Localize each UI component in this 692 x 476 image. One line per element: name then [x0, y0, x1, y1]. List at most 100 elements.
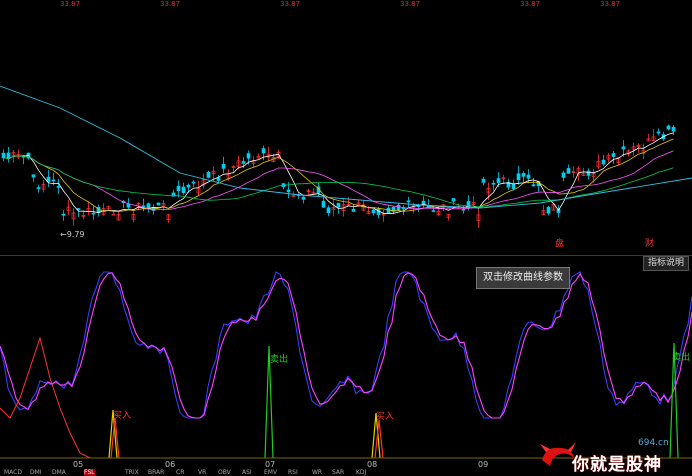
- ma-line: [0, 85, 692, 209]
- candle: [186, 184, 191, 188]
- low-price-label: ←9.79: [60, 230, 85, 239]
- tab[interactable]: SAR: [332, 469, 344, 476]
- x-tick: 09: [478, 460, 489, 469]
- tab[interactable]: RSI: [288, 469, 298, 476]
- candle: [156, 202, 161, 206]
- buy-label: 买入: [113, 411, 132, 421]
- candle: [91, 212, 96, 215]
- x-tick: 05: [73, 460, 84, 469]
- price-chart[interactable]: [0, 8, 692, 256]
- buy-label: 买入: [376, 412, 395, 422]
- candle: [421, 200, 426, 205]
- candle: [286, 189, 291, 193]
- tab-active[interactable]: FSL: [84, 469, 95, 476]
- candle: [451, 198, 456, 202]
- candle: [566, 168, 571, 174]
- candle: [431, 210, 436, 212]
- candle: [56, 186, 61, 188]
- ma-line: [3, 155, 674, 208]
- sell-label: 卖出: [270, 355, 289, 365]
- ma-line: [3, 138, 674, 212]
- candle: [586, 170, 591, 176]
- ma-line: [3, 132, 674, 215]
- candle: [191, 181, 196, 184]
- candle: [31, 174, 36, 178]
- panel-divider: [0, 255, 692, 256]
- candle: [621, 146, 626, 150]
- candle: [611, 153, 616, 157]
- x-tick: 07: [265, 460, 276, 469]
- top-label: 33.87: [400, 0, 421, 8]
- candle: [216, 177, 221, 181]
- tab[interactable]: WR: [312, 469, 322, 476]
- candle: [336, 202, 341, 208]
- sell-label: 卖出: [672, 353, 691, 363]
- tab[interactable]: DMA: [52, 469, 66, 476]
- tooltip: 双击修改曲线参数: [476, 267, 570, 289]
- tab[interactable]: VR: [198, 469, 206, 476]
- top-label: 33.87: [60, 0, 81, 8]
- tab[interactable]: KDJ: [356, 469, 366, 476]
- candle: [516, 173, 521, 181]
- top-label: 33.87: [600, 0, 621, 8]
- candle: [386, 207, 391, 214]
- candle: [656, 131, 661, 134]
- d-line: [0, 272, 692, 419]
- candle: [351, 208, 356, 212]
- candle: [246, 153, 251, 159]
- candle: [481, 178, 486, 183]
- candle: [221, 163, 226, 169]
- candle: [326, 207, 331, 214]
- candle: [261, 148, 266, 154]
- candle: [371, 209, 376, 214]
- candle: [36, 187, 41, 189]
- ma-line: [3, 150, 674, 211]
- candle: [491, 182, 496, 185]
- tab[interactable]: DMI: [30, 469, 42, 476]
- tab[interactable]: ASI: [242, 469, 252, 476]
- event-badge[interactable]: 盘: [555, 236, 564, 249]
- candle: [301, 196, 306, 200]
- tab[interactable]: EMV: [264, 469, 277, 476]
- indicator-help-button[interactable]: 指标说明: [643, 256, 689, 271]
- top-label: 33.87: [520, 0, 541, 8]
- candle: [1, 152, 6, 159]
- k-line: [0, 271, 692, 419]
- candle: [176, 185, 181, 192]
- top-label: 33.87: [160, 0, 181, 8]
- candle: [396, 204, 401, 211]
- candle: [531, 184, 536, 187]
- candle: [496, 178, 501, 183]
- tab[interactable]: OBV: [218, 469, 231, 476]
- candle: [546, 207, 551, 214]
- candle: [61, 213, 66, 216]
- top-price-strip: 33.87 33.87 33.87 33.87 33.87 33.87: [0, 0, 692, 8]
- tab[interactable]: CR: [176, 469, 184, 476]
- candle: [206, 172, 211, 178]
- x-tick: 08: [367, 460, 378, 469]
- candle: [666, 125, 671, 130]
- tab[interactable]: BRAR: [148, 469, 164, 476]
- candle: [51, 179, 56, 182]
- candle: [181, 186, 186, 194]
- candle: [671, 126, 676, 132]
- tab[interactable]: TRIX: [125, 469, 139, 476]
- watermark-text: 你就是股神: [572, 455, 662, 475]
- signal-curve: [0, 336, 91, 459]
- candle: [241, 161, 246, 164]
- candle: [601, 159, 606, 165]
- indicator-chart[interactable]: [0, 258, 692, 460]
- watermark: 694.cn 你就是股神: [538, 438, 688, 475]
- watermark-site: 694.cn: [638, 438, 669, 448]
- top-label: 33.87: [280, 0, 301, 8]
- candle: [561, 172, 566, 178]
- candle: [521, 172, 526, 177]
- candle: [526, 174, 531, 179]
- event-badge[interactable]: 财: [645, 236, 654, 249]
- tab[interactable]: MACD: [4, 469, 22, 476]
- candle: [321, 200, 326, 208]
- candle: [406, 200, 411, 203]
- candle: [126, 203, 131, 208]
- candle: [461, 208, 466, 211]
- x-tick: 06: [165, 460, 176, 469]
